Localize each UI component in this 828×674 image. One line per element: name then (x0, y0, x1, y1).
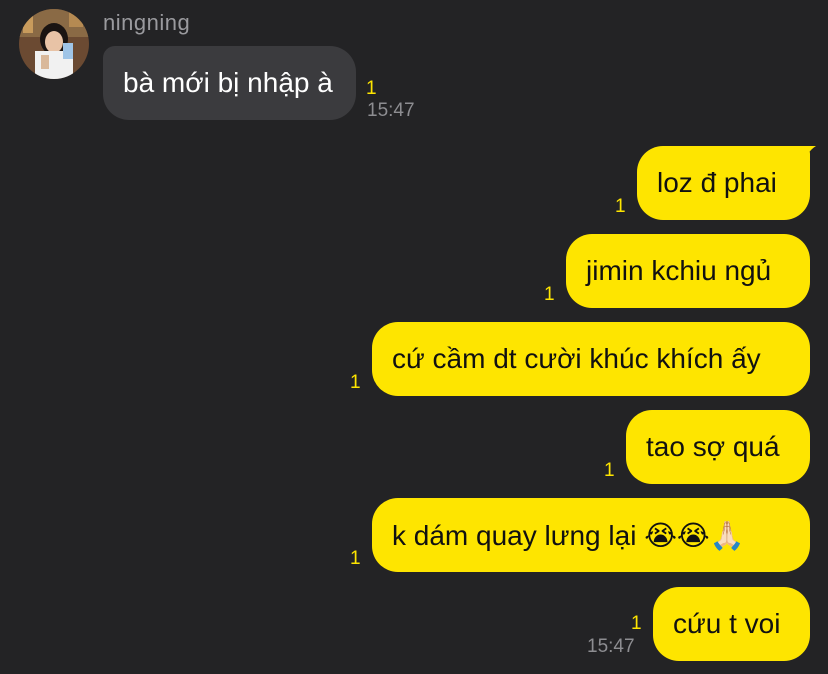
read-indicator: 1 (366, 78, 377, 99)
message-timestamp: 15:47 (367, 100, 415, 121)
message-timestamp: 15:47 (587, 636, 635, 657)
read-indicator: 1 (350, 372, 361, 393)
read-indicator: 1 (631, 613, 642, 634)
message-text: bà mới bị nhập à (123, 67, 333, 98)
outgoing-message-bubble[interactable]: cứu t voi (653, 587, 810, 661)
bubble-tail-icon (796, 146, 816, 168)
message-text: cứ cầm dt cười khúc khích ấy (392, 343, 761, 374)
sender-name: ningning (103, 10, 191, 35)
read-indicator: 1 (544, 284, 555, 305)
message-text: jimin kchiu ngủ (586, 255, 772, 286)
contact-avatar[interactable] (19, 9, 89, 79)
outgoing-message-bubble[interactable]: jimin kchiu ngủ (566, 234, 810, 308)
read-indicator: 1 (615, 196, 626, 217)
outgoing-message-bubble[interactable]: tao sợ quá (626, 410, 810, 484)
read-indicator: 1 (604, 460, 615, 481)
message-text: loz đ phai (657, 167, 777, 198)
incoming-message-bubble[interactable]: bà mới bị nhập à (103, 46, 356, 120)
outgoing-message-bubble[interactable]: k dám quay lưng lại 😭😭🙏🏻 (372, 498, 810, 572)
message-text: cứu t voi (673, 608, 781, 639)
outgoing-message-bubble[interactable]: loz đ phai (637, 146, 810, 220)
read-indicator: 1 (350, 548, 361, 569)
message-text: tao sợ quá (646, 431, 780, 462)
avatar-photo-icon (19, 9, 89, 79)
outgoing-message-bubble[interactable]: cứ cầm dt cười khúc khích ấy (372, 322, 810, 396)
message-text: k dám quay lưng lại 😭😭🙏🏻 (392, 519, 745, 551)
